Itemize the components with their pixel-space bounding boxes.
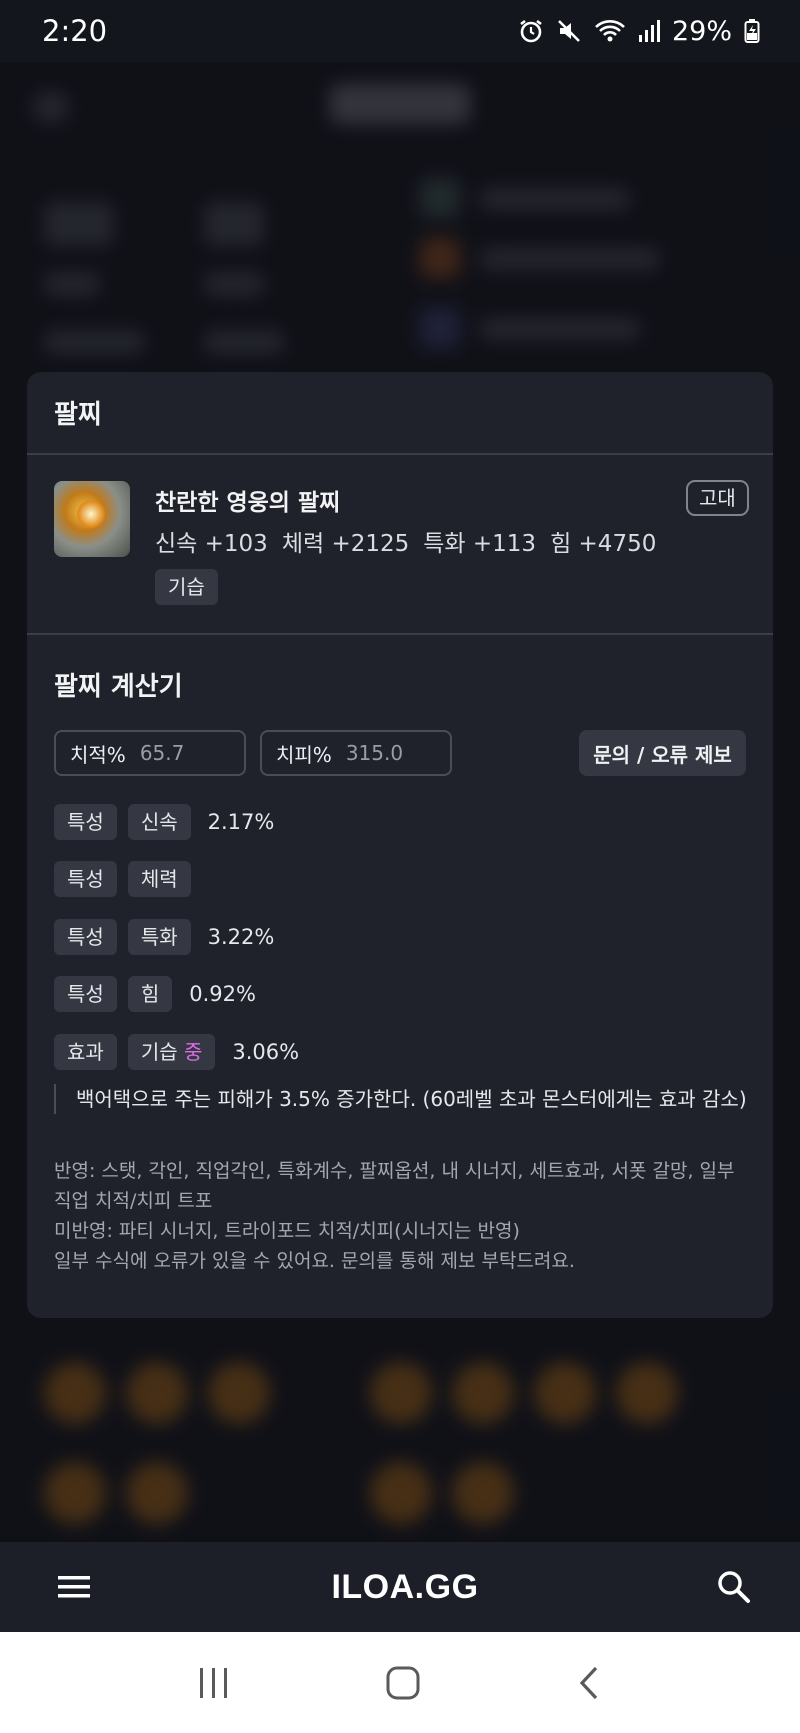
- bracelet-item-icon: [54, 481, 130, 557]
- row-percent: 2.17%: [207, 810, 275, 834]
- item-stat: 힘 +4750: [550, 531, 657, 557]
- home-icon[interactable]: [385, 1665, 421, 1701]
- effect-description: 백어택으로 주는 피해가 3.5% 증가한다. (60레벨 초과 몬스터에게는 …: [54, 1084, 747, 1114]
- crit-damage-label: 치피%: [276, 742, 332, 767]
- item-stat: 특화 +113: [423, 531, 537, 557]
- effect-level: 중: [183, 1040, 203, 1064]
- row-kind: 특성: [54, 861, 117, 897]
- app-bottom-nav: ILOA.GG: [0, 1542, 800, 1632]
- calc-row: 특성 신속 2.17%: [54, 804, 274, 840]
- calc-row: 특성 특화 3.22%: [54, 919, 274, 955]
- status-time: 2:20: [42, 14, 108, 48]
- battery-percent: 29%: [671, 15, 732, 47]
- row-percent: 0.92%: [189, 982, 256, 1006]
- item-name: 찬란한 영웅의 팔찌: [155, 490, 341, 516]
- item-stat: 신속 +103: [155, 531, 268, 557]
- bracelet-panel: 팔찌 찬란한 영웅의 팔찌 고대 신속 +103 체력 +2125 특화 +113 힘…: [27, 372, 773, 1318]
- recent-apps-icon[interactable]: [196, 1666, 232, 1700]
- row-name: 신속: [127, 804, 191, 840]
- crit-rate-value: 65.7: [139, 741, 185, 765]
- signal-icon: [638, 20, 660, 42]
- status-icons: 29%: [518, 16, 760, 47]
- panel-title: 팔찌: [54, 400, 102, 430]
- crit-rate-label: 치적%: [70, 742, 126, 767]
- calculator-notes: 반영: 스탯, 각인, 직업각인, 특화계수, 팔찌옵션, 내 시너지, 세트효…: [54, 1156, 744, 1276]
- row-kind: 특성: [54, 919, 117, 955]
- item-effect-tag: 기습: [155, 569, 218, 605]
- calc-row: 특성 체력: [54, 861, 208, 897]
- divider: [27, 453, 773, 455]
- row-percent: 3.22%: [207, 925, 275, 949]
- mute-icon: [558, 20, 580, 42]
- item-stat: 체력 +2125: [281, 531, 410, 557]
- divider: [27, 633, 773, 635]
- crit-damage-input[interactable]: 치피% 315.0: [260, 730, 452, 776]
- report-error-button[interactable]: 문의 / 오류 제보: [579, 730, 746, 776]
- back-icon[interactable]: [574, 1665, 604, 1701]
- calc-row: 특성 힘 0.92%: [54, 976, 256, 1012]
- status-bar: 2:20 29%: [0, 0, 800, 62]
- row-name: 기습 중: [127, 1034, 216, 1070]
- row-name: 힘: [127, 976, 173, 1012]
- system-nav-bar: [0, 1632, 800, 1733]
- brand-logo[interactable]: ILOA.GG: [331, 1568, 478, 1607]
- note-line: 반영: 스탯, 각인, 직업각인, 특화계수, 팔찌옵션, 내 시너지, 세트효…: [54, 1160, 735, 1212]
- alarm-icon: [520, 19, 542, 43]
- effect-name: 기습: [140, 1040, 178, 1064]
- row-name: 체력: [127, 861, 191, 897]
- note-line: 일부 수식에 오류가 있을 수 있어요. 문의를 통해 제보 부탁드려요.: [54, 1250, 575, 1272]
- row-percent: 3.06%: [232, 1040, 300, 1064]
- wifi-icon: [595, 20, 625, 42]
- crit-rate-input[interactable]: 치적% 65.7: [54, 730, 246, 776]
- calculator-title: 팔찌 계산기: [54, 672, 183, 702]
- hamburger-menu-icon[interactable]: [56, 1572, 94, 1602]
- grade-badge: 고대: [686, 480, 749, 516]
- row-kind: 효과: [54, 1034, 117, 1070]
- note-line: 미반영: 파티 시너지, 트라이포드 치적/치피(시너지는 반영): [54, 1220, 520, 1242]
- search-icon[interactable]: [716, 1569, 752, 1605]
- calc-row: 효과 기습 중 3.06%: [54, 1034, 299, 1070]
- item-stats: 신속 +103 체력 +2125 특화 +113 힘 +4750: [155, 524, 670, 558]
- row-name: 특화: [127, 919, 191, 955]
- crit-damage-value: 315.0: [345, 741, 404, 765]
- row-kind: 특성: [54, 976, 117, 1012]
- battery-icon: [744, 19, 760, 43]
- row-kind: 특성: [54, 804, 117, 840]
